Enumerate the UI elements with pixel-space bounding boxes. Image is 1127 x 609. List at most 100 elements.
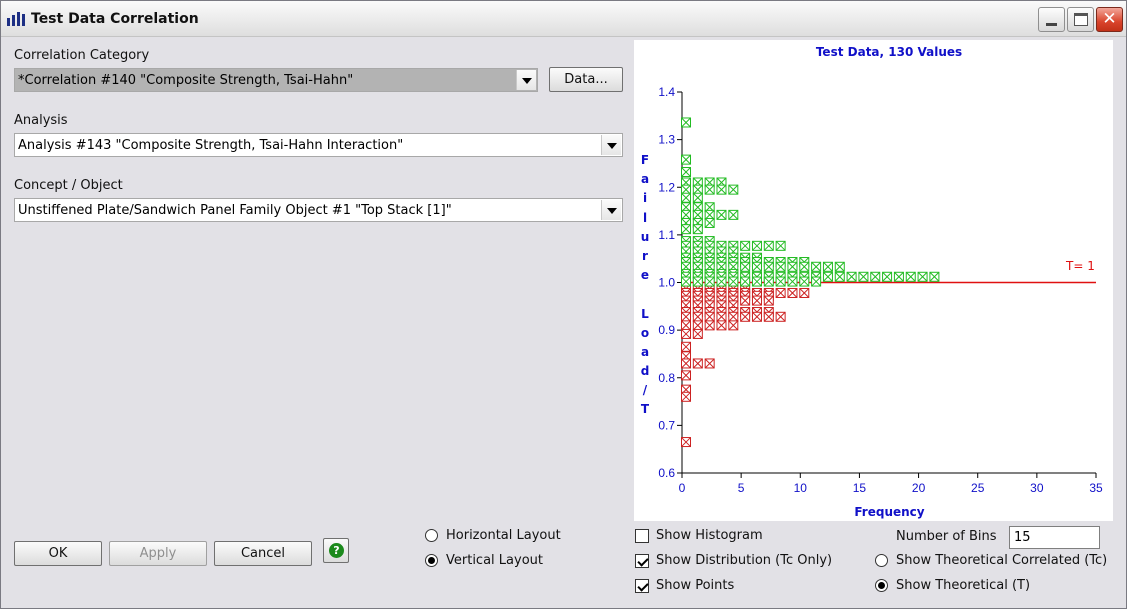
horizontal-layout-radio[interactable] <box>425 529 438 542</box>
data-point <box>681 358 691 369</box>
data-point <box>728 320 739 331</box>
data-button[interactable]: Data... <box>549 67 623 92</box>
theoretical-correlated-label: Show Theoretical Correlated (Tc) <box>896 553 1108 568</box>
theoretical-label: Show Theoretical (T) <box>896 578 1031 593</box>
chart-canvas: 0.6 0.7 0.8 0.9 1.0 1.1 1.2 1.3 1.4 0 5 10 15 20 25 30 3… <box>658 85 1103 495</box>
x-tick-label: 5 <box>738 481 745 495</box>
data-point <box>751 261 762 272</box>
y-tick-label: 1.0 <box>658 276 675 290</box>
data-point <box>681 328 691 339</box>
title-bar[interactable]: Test Data Correlation ✕ <box>1 1 1126 37</box>
y-axis-label-char: u <box>640 229 650 244</box>
horizontal-layout-label: Horizontal Layout <box>446 528 561 543</box>
x-tick-label: 10 <box>794 481 808 495</box>
minimize-button[interactable] <box>1038 7 1065 32</box>
data-point <box>692 328 703 339</box>
chart-x-axis-label: Frequency <box>854 505 925 519</box>
data-point <box>763 261 774 272</box>
data-point <box>811 276 822 287</box>
data-point <box>740 261 751 272</box>
data-point <box>704 320 715 331</box>
data-point <box>681 276 691 287</box>
dialog-window: Test Data Correlation ✕ Correlation Cate… <box>0 0 1127 609</box>
data-point <box>763 311 774 322</box>
chevron-down-icon[interactable] <box>601 135 621 155</box>
window-title: Test Data Correlation <box>31 11 199 27</box>
data-point <box>704 184 715 195</box>
bar-chart-icon <box>7 12 25 26</box>
data-point <box>893 271 904 282</box>
y-axis-label-char: i <box>642 191 648 206</box>
ok-button[interactable]: OK <box>14 541 102 566</box>
data-point <box>811 261 822 272</box>
data-point <box>751 276 762 287</box>
vertical-layout-label: Vertical Layout <box>446 553 543 568</box>
data-point <box>763 295 774 306</box>
data-point <box>681 192 691 203</box>
data-point <box>692 224 703 235</box>
maximize-button[interactable] <box>1067 7 1094 32</box>
vertical-layout-radio[interactable] <box>425 554 438 567</box>
data-point <box>751 311 762 322</box>
data-point <box>787 287 798 298</box>
data-point <box>775 261 786 272</box>
analysis-dropdown[interactable]: Analysis #143 "Composite Strength, Tsai-… <box>14 133 623 157</box>
close-button[interactable]: ✕ <box>1096 7 1123 32</box>
y-axis-label-char: e <box>640 268 650 283</box>
theoretical-radio[interactable] <box>875 579 888 592</box>
y-tick-label: 1.4 <box>658 85 675 99</box>
x-tick-label: 35 <box>1089 481 1103 495</box>
data-point <box>728 209 739 220</box>
y-axis-label-char: L <box>641 306 649 321</box>
close-icon: ✕ <box>1102 9 1117 29</box>
data-point <box>751 295 762 306</box>
correlation-category-dropdown[interactable]: *Correlation #140 "Composite Strength, T… <box>14 68 538 92</box>
show-points-checkbox[interactable] <box>635 579 649 593</box>
analysis-value: Analysis #143 "Composite Strength, Tsai-… <box>18 138 404 153</box>
data-point <box>740 276 751 287</box>
data-point <box>681 117 691 128</box>
cancel-button[interactable]: Cancel <box>214 541 312 566</box>
show-distribution-checkbox[interactable] <box>635 554 649 568</box>
data-point <box>692 320 703 331</box>
x-tick-label: 25 <box>971 481 985 495</box>
concept-object-dropdown[interactable]: Unstiffened Plate/Sandwich Panel Family … <box>14 198 623 222</box>
y-tick-label: 0.6 <box>658 466 675 480</box>
minimize-icon <box>1046 23 1057 26</box>
data-point <box>681 154 691 165</box>
concept-object-value: Unstiffened Plate/Sandwich Panel Family … <box>18 203 452 218</box>
data-point <box>728 276 739 287</box>
data-point <box>692 311 703 322</box>
data-point <box>858 271 869 282</box>
data-point <box>681 311 691 322</box>
data-point <box>681 320 691 331</box>
data-point <box>740 311 751 322</box>
number-of-bins-input[interactable]: 15 <box>1009 526 1100 549</box>
data-point <box>716 184 727 195</box>
y-tick-label: 1.1 <box>658 228 675 242</box>
y-axis-label-char: a <box>640 172 650 187</box>
data-point <box>822 271 833 282</box>
chevron-down-icon[interactable] <box>516 70 536 90</box>
data-point <box>799 261 810 272</box>
theoretical-correlated-radio[interactable] <box>875 554 888 567</box>
data-point <box>716 209 727 220</box>
data-point <box>870 271 881 282</box>
data-point <box>716 311 727 322</box>
data-point <box>681 437 691 448</box>
data-point <box>882 271 893 282</box>
data-point <box>846 271 857 282</box>
help-button[interactable]: ? <box>323 538 349 563</box>
show-histogram-checkbox[interactable] <box>635 529 649 543</box>
maximize-icon <box>1074 13 1088 26</box>
chart-y-axis-label: Failure Lo a d / T <box>636 151 654 420</box>
number-of-bins-label: Number of Bins <box>896 529 997 544</box>
data-point <box>704 358 715 369</box>
data-point <box>681 341 691 352</box>
y-tick-label: 1.3 <box>658 133 675 147</box>
y-axis-label-char: l <box>642 210 648 225</box>
chevron-down-icon[interactable] <box>601 200 621 220</box>
apply-button[interactable]: Apply <box>109 541 207 566</box>
data-point <box>681 167 691 178</box>
show-points-label: Show Points <box>656 578 735 593</box>
